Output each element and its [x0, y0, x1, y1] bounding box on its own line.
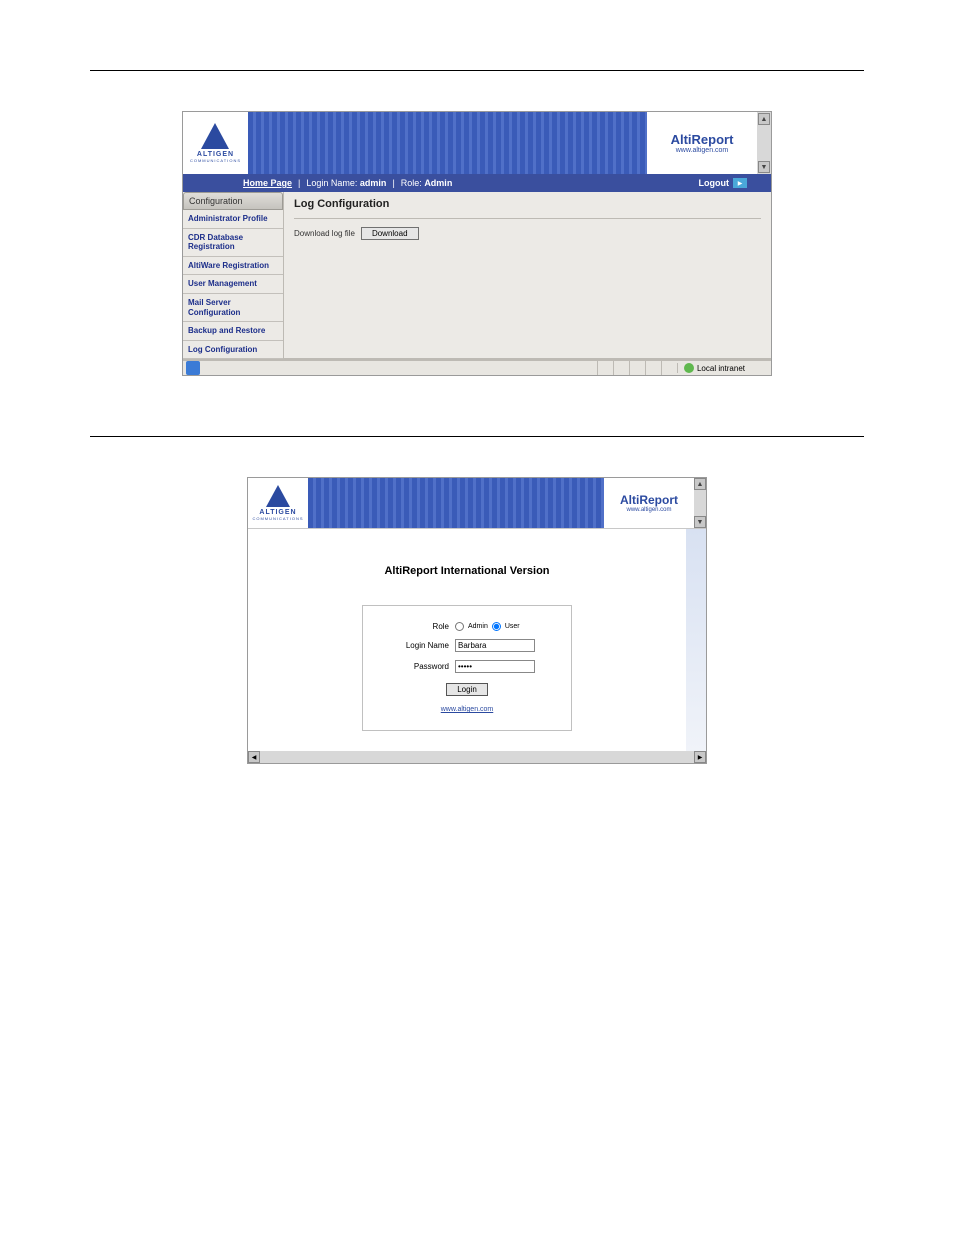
login-button[interactable]: Login [446, 683, 488, 696]
ie-page-icon [186, 361, 200, 375]
role-user-radio[interactable] [492, 622, 501, 631]
sidebar-item-backup-restore[interactable]: Backup and Restore [183, 322, 283, 341]
screenshot-user-login: ALTIGEN COMMUNICATIONS AltiReport www.al… [247, 477, 707, 764]
role-user-label: User [505, 623, 520, 630]
sidebar-item-admin-profile[interactable]: Administrator Profile [183, 210, 283, 229]
horizontal-scrollbar[interactable]: ◀ ▶ [248, 751, 706, 763]
app-title: AltiReport [620, 493, 678, 507]
main-panel: Log Configuration Download log file Down… [283, 192, 771, 359]
role-value: Admin [424, 178, 452, 188]
scroll-left-icon[interactable]: ◀ [248, 751, 260, 763]
sidebar-item-altiware-reg[interactable]: AltiWare Registration [183, 257, 283, 276]
sidebar-item-mail-server[interactable]: Mail Server Configuration [183, 294, 283, 322]
role-admin-radio[interactable] [455, 622, 464, 631]
login-name-input[interactable] [455, 639, 535, 652]
login-name-value: admin [360, 178, 387, 188]
scroll-up-icon[interactable]: ▲ [758, 113, 770, 125]
screenshot-log-config: ALTIGEN COMMUNICATIONS AltiReport www.al… [182, 111, 772, 376]
panel-heading: Log Configuration [294, 198, 761, 210]
home-link[interactable]: Home Page [243, 178, 292, 188]
figure-user-login: ALTIGEN COMMUNICATIONS AltiReport www.al… [90, 477, 864, 764]
banner-pattern [248, 112, 647, 174]
role-label: Role: [401, 178, 422, 188]
navbar: Home Page | Login Name: admin | Role: Ad… [183, 174, 771, 192]
altigen-link[interactable]: www.altigen.com [441, 706, 494, 713]
download-label: Download log file [294, 229, 355, 238]
login-form: Role Admin User Login Name Password [362, 605, 572, 731]
logo-subtext: COMMUNICATIONS [190, 158, 241, 163]
sidebar-item-cdr-db[interactable]: CDR Database Registration [183, 229, 283, 257]
sidebar-item-user-mgmt[interactable]: User Management [183, 275, 283, 294]
login-name-label: Login Name: [306, 178, 357, 188]
role-field-label: Role [379, 622, 449, 631]
altigen-logo: ALTIGEN COMMUNICATIONS [248, 478, 308, 528]
logo-text: ALTIGEN [197, 151, 234, 158]
app-banner: ALTIGEN COMMUNICATIONS AltiReport www.al… [248, 478, 706, 528]
sidebar-item-log-config[interactable]: Log Configuration [183, 341, 283, 360]
vertical-scrollbar[interactable]: ▲ ▼ [694, 478, 706, 528]
app-title-block: AltiReport www.altigen.com [604, 478, 694, 528]
sidebar-tab[interactable]: Configuration [183, 192, 283, 210]
divider [90, 70, 864, 71]
vertical-scrollbar[interactable]: ▲ ▼ [757, 112, 771, 174]
scroll-up-icon[interactable]: ▲ [694, 478, 706, 490]
logo-text: ALTIGEN [259, 509, 296, 516]
scroll-down-icon[interactable]: ▼ [758, 161, 770, 173]
app-title: AltiReport [671, 132, 734, 147]
side-gradient [686, 529, 706, 751]
logout-go-icon[interactable]: ▶ [733, 178, 747, 188]
app-title-url: www.altigen.com [676, 147, 729, 154]
logo-subtext: COMMUNICATIONS [252, 516, 303, 521]
logo-triangle-icon [201, 123, 229, 149]
password-input[interactable] [455, 660, 535, 673]
sidebar: Configuration Administrator Profile CDR … [183, 192, 283, 359]
figure-log-configuration: ALTIGEN COMMUNICATIONS AltiReport www.al… [90, 111, 864, 376]
zone-icon [684, 363, 694, 373]
login-heading: AltiReport International Version [268, 565, 666, 577]
logout-link[interactable]: Logout [699, 178, 730, 188]
altigen-logo: ALTIGEN COMMUNICATIONS [183, 112, 248, 174]
scroll-down-icon[interactable]: ▼ [694, 516, 706, 528]
status-bar: Local intranet [183, 359, 771, 375]
download-button[interactable]: Download [361, 227, 419, 240]
app-title-block: AltiReport www.altigen.com [647, 112, 757, 174]
app-title-url: www.altigen.com [626, 507, 671, 513]
banner-pattern [308, 478, 604, 528]
divider [90, 436, 864, 437]
password-field-label: Password [379, 662, 449, 671]
app-banner: ALTIGEN COMMUNICATIONS AltiReport www.al… [183, 112, 771, 174]
login-content: AltiReport International Version Role Ad… [248, 529, 686, 751]
login-name-field-label: Login Name [379, 641, 449, 650]
zone-label: Local intranet [697, 364, 745, 373]
logo-triangle-icon [266, 485, 290, 507]
scroll-right-icon[interactable]: ▶ [694, 751, 706, 763]
role-admin-label: Admin [468, 623, 488, 630]
